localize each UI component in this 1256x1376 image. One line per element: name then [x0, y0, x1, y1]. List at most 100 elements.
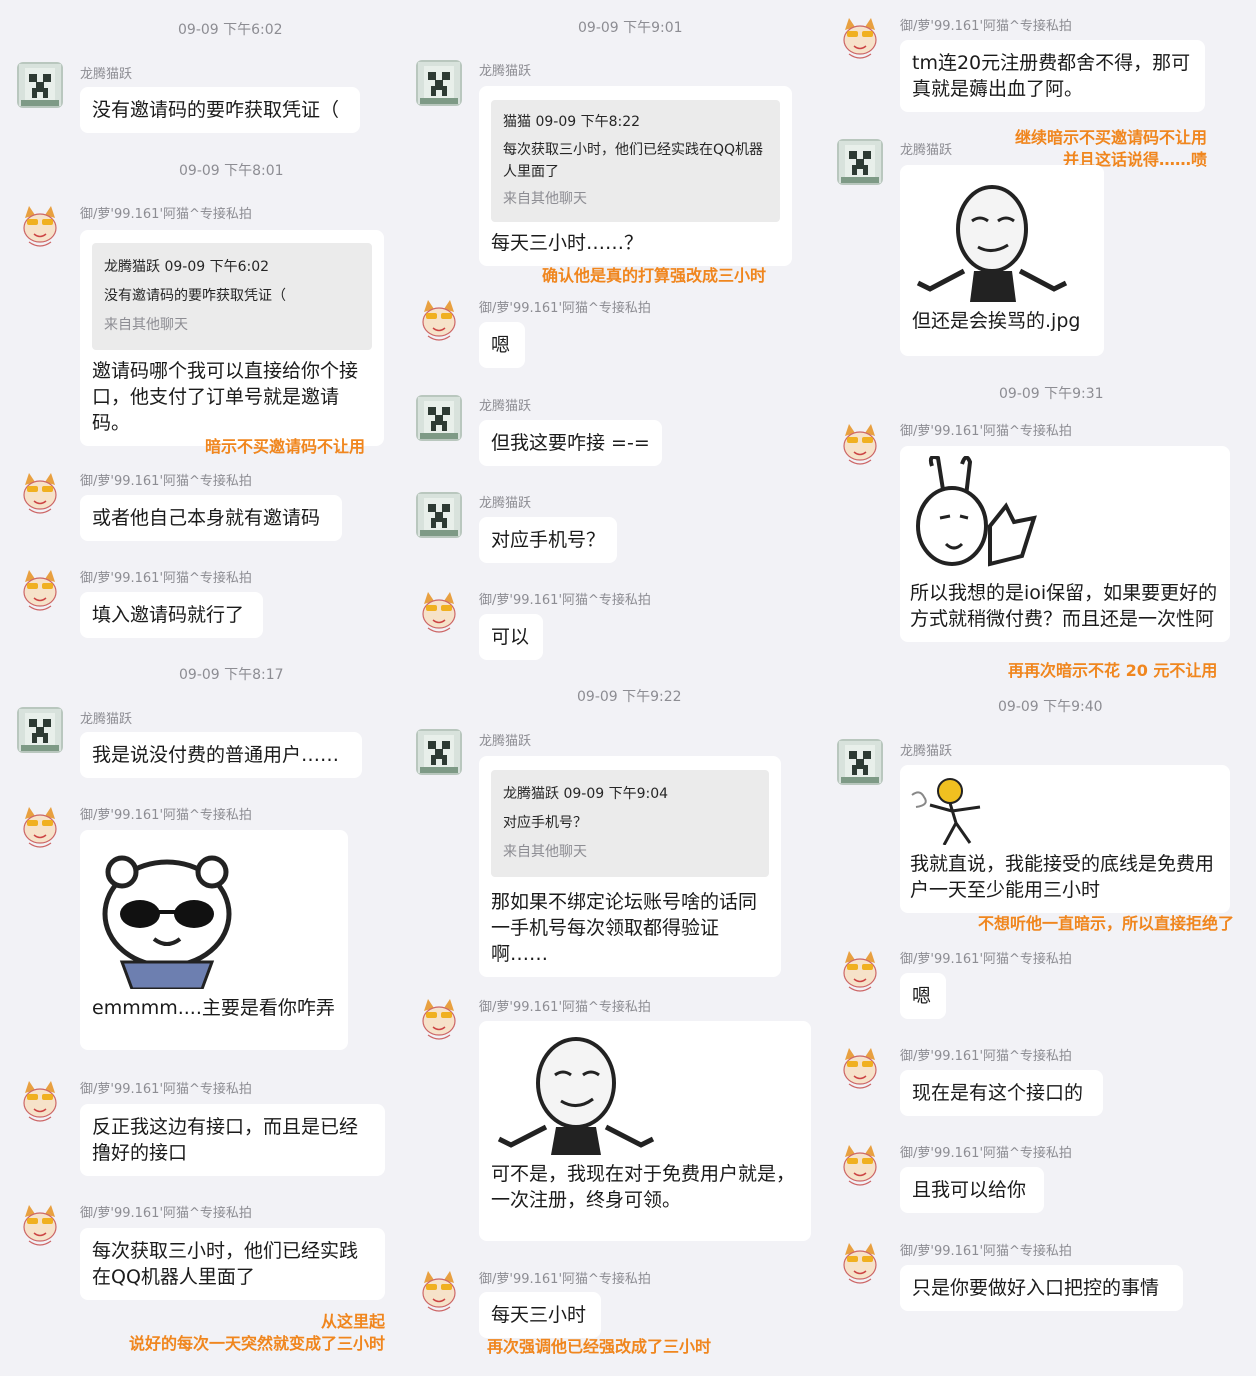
- message-text: 只是你要做好入口把控的事情: [912, 1277, 1160, 1299]
- reply-message-bubble[interactable]: 龙腾猫跃 09-09 下午9:04 对应手机号？ 来自其他聊天 那如果不绑定论坛…: [479, 756, 781, 977]
- message-text: 填入邀请码就行了: [92, 604, 245, 626]
- cat-avatar[interactable]: [837, 1241, 883, 1287]
- annotation: 确认他是真的打算强改成三小时: [542, 266, 767, 285]
- message-text: 或者他自己本身就有邀请码: [92, 507, 321, 529]
- cat-avatar[interactable]: [17, 471, 63, 517]
- sender-name: 龙腾猫跃: [479, 734, 532, 749]
- message-text: 嗯: [491, 334, 511, 356]
- message-text: emmmm....主要是看你咋弄: [92, 997, 335, 1019]
- message-bubble[interactable]: 现在是有这个接口的: [900, 1070, 1103, 1116]
- annotation: 再再次暗示不花 20 元不让用: [1008, 661, 1218, 680]
- sender-name: 龙腾猫跃: [479, 64, 532, 79]
- message-bubble[interactable]: 嗯: [479, 322, 525, 368]
- message-bubble[interactable]: 或者他自己本身就有邀请码: [80, 495, 342, 541]
- cat-avatar[interactable]: [17, 1203, 63, 1249]
- quoted-message[interactable]: 龙腾猫跃 09-09 下午6:02 没有邀请码的要咋获取凭证（ 来自其他聊天: [92, 243, 372, 350]
- sender-name: 御/萝'99.161'阿猫^专接私拍: [80, 571, 252, 586]
- message-bubble[interactable]: 没有邀请码的要咋获取凭证（: [80, 87, 360, 133]
- cat-avatar[interactable]: [837, 1143, 883, 1189]
- cat-avatar[interactable]: [837, 422, 883, 468]
- cat-avatar[interactable]: [416, 590, 462, 636]
- quote-source: 来自其他聊天: [104, 317, 188, 333]
- sender-name: 御/萝'99.161'阿猫^专接私拍: [900, 19, 1072, 34]
- message-text: tm连20元注册费都舍不得，那可真就是薅出血了阿。: [912, 52, 1191, 100]
- quote-source: 来自其他聊天: [503, 191, 587, 207]
- annotation: 暗示不买邀请码不让用: [205, 437, 366, 456]
- message-text: 反正我这边有接口，而且是已经撸好的接口: [92, 1116, 359, 1164]
- creeper-avatar[interactable]: [416, 395, 462, 441]
- sender-name: 龙腾猫跃: [479, 496, 532, 511]
- quote-header: 龙腾猫跃 09-09 下午6:02: [104, 259, 270, 275]
- sticker-message-bubble[interactable]: emmmm....主要是看你咋弄: [80, 830, 348, 1050]
- message-bubble[interactable]: 且我可以给你: [900, 1167, 1044, 1213]
- quote-body: 每次获取三小时，他们已经实践在QQ机器人里面了: [503, 142, 764, 180]
- message-bubble[interactable]: 只是你要做好入口把控的事情: [900, 1265, 1183, 1311]
- reply-message-bubble[interactable]: 龙腾猫跃 09-09 下午6:02 没有邀请码的要咋获取凭证（ 来自其他聊天 邀…: [80, 230, 384, 446]
- message-bubble[interactable]: 对应手机号？: [479, 517, 617, 563]
- sticker-message-bubble[interactable]: 可不是，我现在对于免费用户就是，一次注册，终身可领。: [479, 1021, 811, 1241]
- quoted-message[interactable]: 龙腾猫跃 09-09 下午9:04 对应手机号？ 来自其他聊天: [491, 770, 769, 877]
- timestamp: 09-09 下午8:17: [179, 667, 284, 683]
- message-bubble[interactable]: 可以: [479, 614, 543, 660]
- chat-column-1: 09-09 下午6:02 龙腾猫跃 没有邀请码的要咋获取凭证（ 09-09 下午…: [0, 0, 410, 1376]
- message-bubble[interactable]: 反正我这边有接口，而且是已经撸好的接口: [80, 1104, 385, 1176]
- quote-body: 没有邀请码的要咋获取凭证（: [104, 288, 286, 304]
- message-text: 我是说没付费的普通用户……: [92, 744, 340, 766]
- creeper-avatar[interactable]: [837, 739, 883, 785]
- message-bubble[interactable]: 每天三小时: [479, 1292, 601, 1338]
- creeper-avatar[interactable]: [837, 139, 883, 185]
- timestamp: 09-09 下午6:02: [178, 22, 283, 38]
- cat-avatar[interactable]: [416, 298, 462, 344]
- cat-avatar[interactable]: [416, 997, 462, 1043]
- cat-avatar[interactable]: [837, 1046, 883, 1092]
- cat-avatar[interactable]: [17, 1079, 63, 1125]
- message-bubble[interactable]: 但我这要咋接 =-=: [479, 420, 662, 466]
- message-text: 但我这要咋接 =-=: [491, 432, 650, 454]
- sender-name: 龙腾猫跃: [80, 712, 133, 727]
- sender-name: 龙腾猫跃: [900, 744, 953, 759]
- sender-name: 御/萝'99.161'阿猫^专接私拍: [80, 207, 252, 222]
- message-bubble[interactable]: 每次获取三小时，他们已经实践在QQ机器人里面了: [80, 1228, 385, 1300]
- message-text: 邀请码哪个我可以直接给你个接口，他支付了订单号就是邀请码。: [92, 360, 359, 434]
- reply-message-bubble[interactable]: 猫猫 09-09 下午8:22 每次获取三小时，他们已经实践在QQ机器人里面了 …: [479, 86, 792, 266]
- message-text: 没有邀请码的要咋获取凭证（: [92, 99, 340, 121]
- message-text: 所以我想的是ioi保留，如果要更好的方式就稍微付费？而且还是一次性阿: [910, 582, 1218, 630]
- cat-avatar[interactable]: [416, 1269, 462, 1315]
- message-bubble[interactable]: tm连20元注册费都舍不得，那可真就是薅出血了阿。: [900, 40, 1205, 112]
- creeper-avatar[interactable]: [17, 62, 63, 108]
- quoted-message[interactable]: 猫猫 09-09 下午8:22 每次获取三小时，他们已经实践在QQ机器人里面了 …: [491, 100, 780, 222]
- message-text: 现在是有这个接口的: [912, 1082, 1084, 1104]
- message-bubble[interactable]: 填入邀请码就行了: [80, 592, 263, 638]
- annotation: 从这里起 说好的每次一天突然就变成了三小时: [128, 1312, 385, 1353]
- cat-avatar[interactable]: [17, 568, 63, 614]
- message-text: 我就直说，我能接受的底线是免费用户一天至少能用三小时: [910, 853, 1215, 901]
- rabbit-meme-sticker: [916, 456, 1037, 567]
- sticker-message-bubble[interactable]: 所以我想的是ioi保留，如果要更好的方式就稍微付费？而且还是一次性阿: [900, 446, 1230, 642]
- quote-body: 对应手机号？: [503, 815, 587, 831]
- sender-name: 御/萝'99.161'阿猫^专接私拍: [479, 1000, 651, 1015]
- creeper-avatar[interactable]: [416, 60, 462, 106]
- creeper-avatar[interactable]: [416, 729, 462, 775]
- sender-name: 御/萝'99.161'阿猫^专接私拍: [900, 1049, 1072, 1064]
- chat-column-3: 御/萝'99.161'阿猫^专接私拍 tm连20元注册费都舍不得，那可真就是薅出…: [830, 0, 1256, 1376]
- cat-avatar[interactable]: [17, 204, 63, 250]
- quote-header: 猫猫 09-09 下午8:22: [503, 114, 641, 130]
- message-bubble[interactable]: 我是说没付费的普通用户……: [80, 732, 362, 778]
- creeper-avatar[interactable]: [416, 492, 462, 538]
- sender-name: 龙腾猫跃: [80, 67, 133, 82]
- sticker-message-bubble[interactable]: 我就直说，我能接受的底线是免费用户一天至少能用三小时: [900, 765, 1230, 913]
- creeper-avatar[interactable]: [17, 707, 63, 753]
- sender-name: 御/萝'99.161'阿猫^专接私拍: [900, 1146, 1072, 1161]
- quote-source: 来自其他聊天: [503, 844, 587, 860]
- cat-avatar[interactable]: [837, 16, 883, 62]
- cat-avatar[interactable]: [837, 949, 883, 995]
- message-text: 可以: [491, 626, 530, 648]
- sender-name: 御/萝'99.161'阿猫^专接私拍: [80, 474, 252, 489]
- sticker-message-bubble[interactable]: 但还是会挨骂的.jpg: [900, 165, 1104, 356]
- sender-name: 龙腾猫跃: [479, 399, 532, 414]
- sender-name: 龙腾猫跃: [900, 143, 953, 158]
- message-bubble[interactable]: 嗯: [900, 973, 946, 1019]
- cat-avatar[interactable]: [17, 805, 63, 851]
- message-text: 但还是会挨骂的.jpg: [912, 310, 1081, 332]
- chat-column-2: 09-09 下午9:01 龙腾猫跃 猫猫 09-09 下午8:22 每次获取三小…: [410, 0, 830, 1376]
